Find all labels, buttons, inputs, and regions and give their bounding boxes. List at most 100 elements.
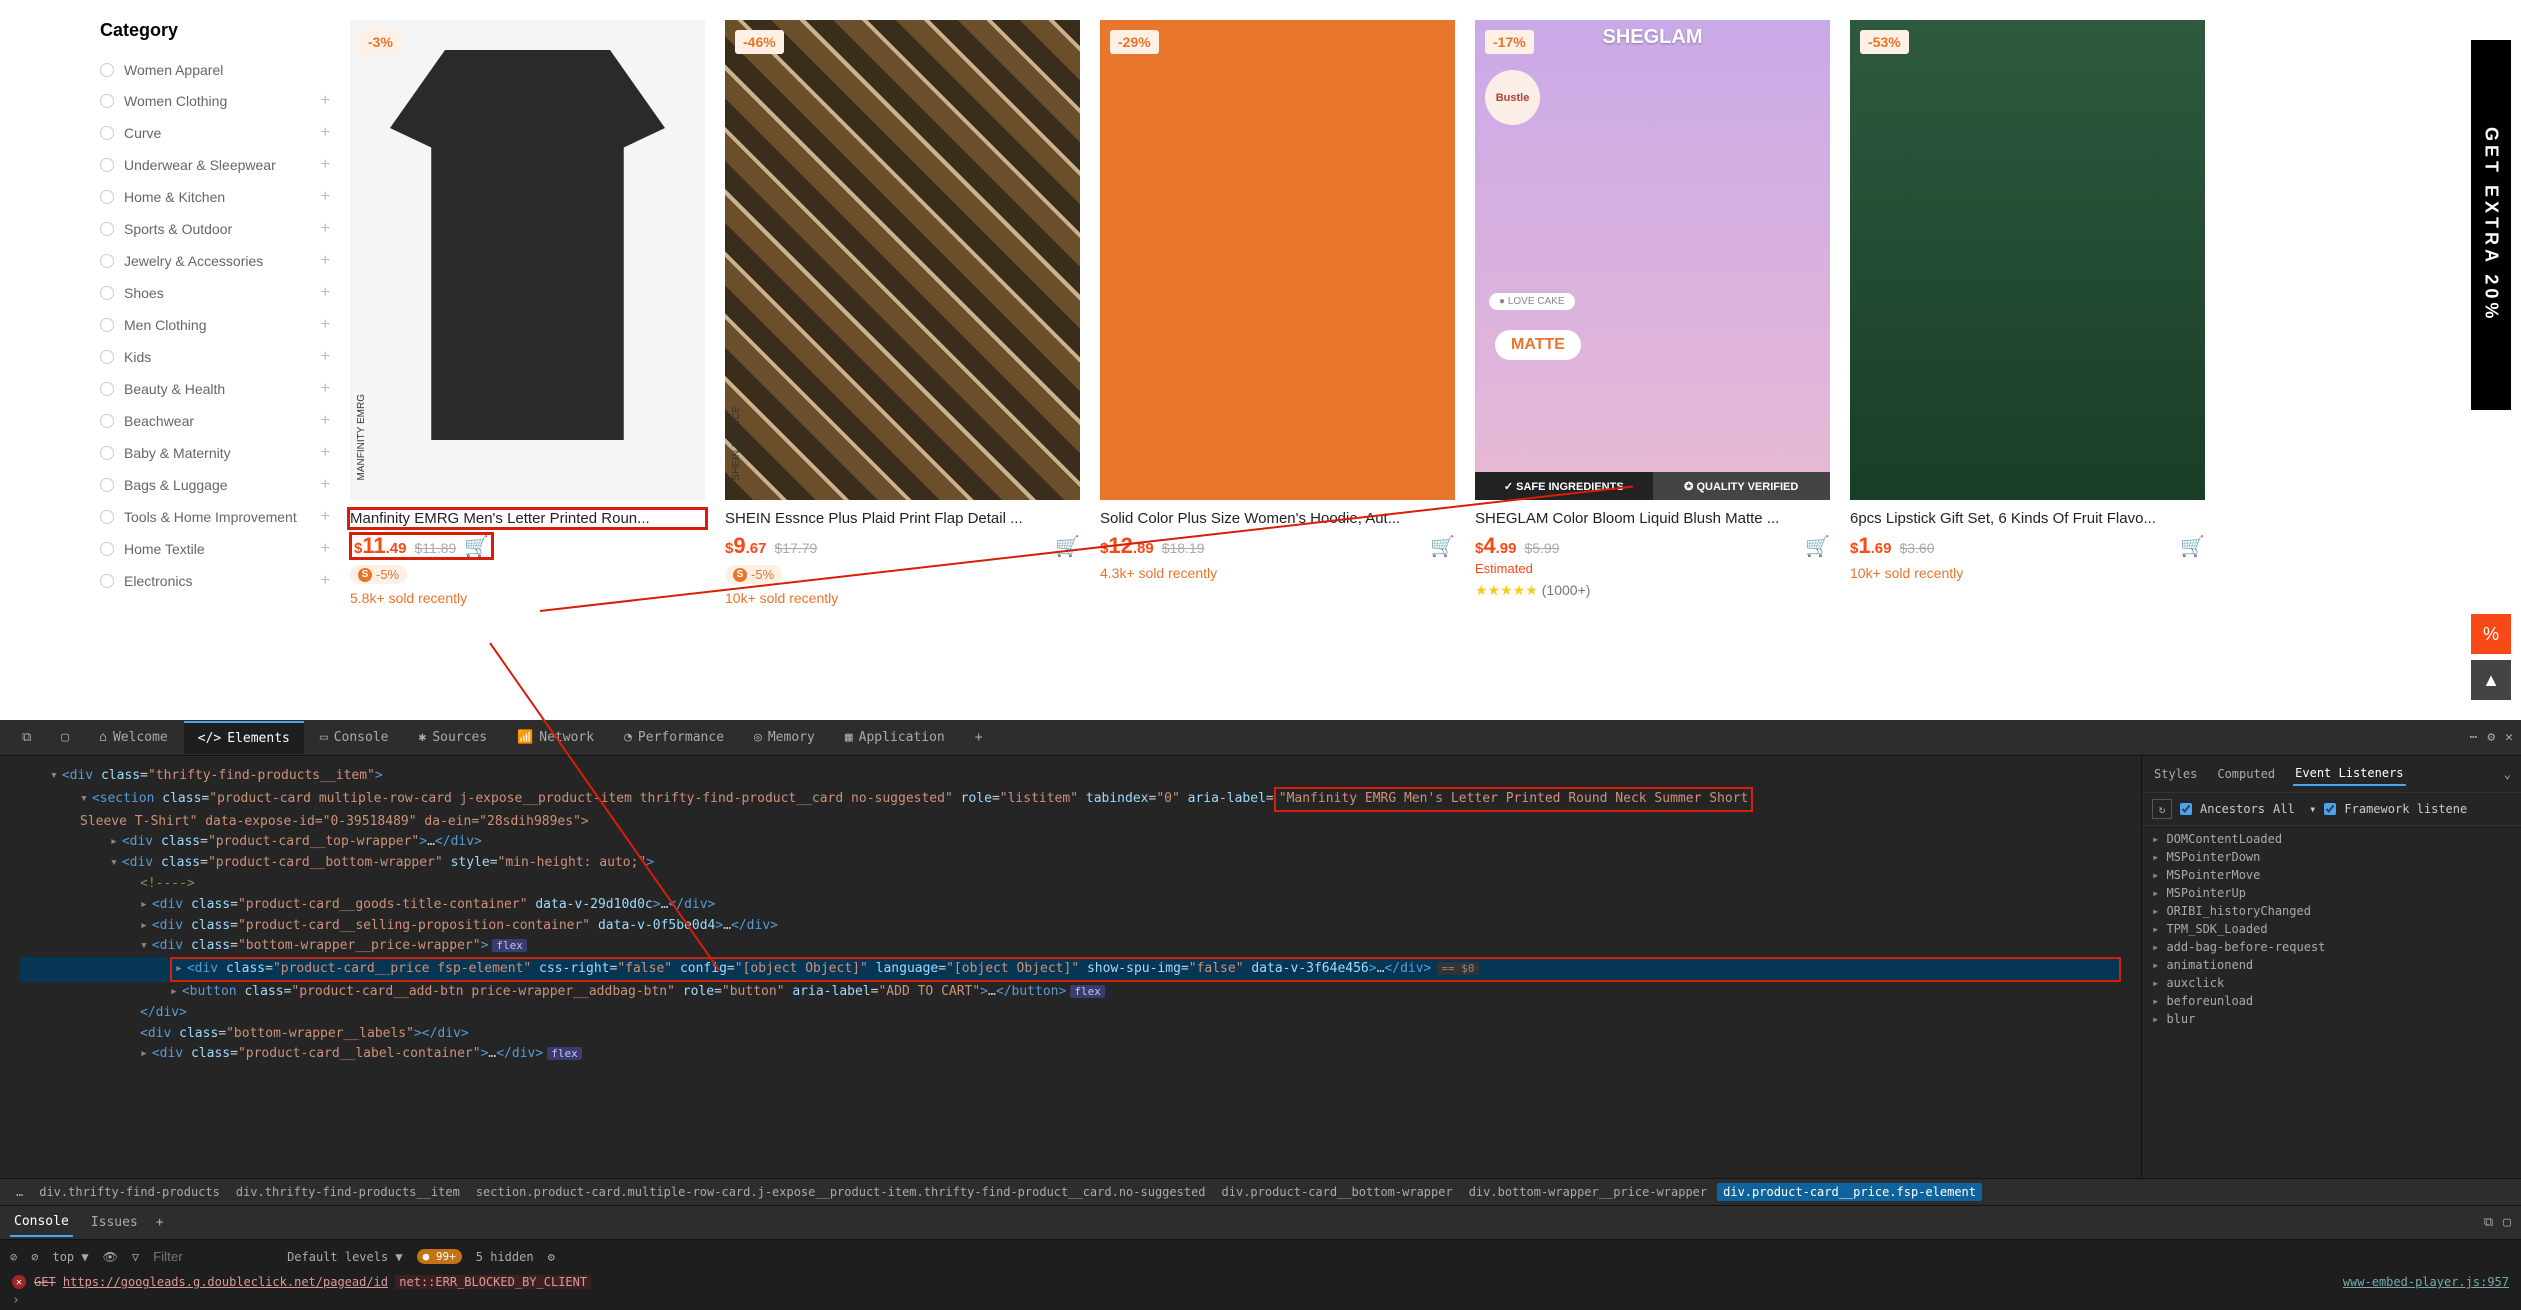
expand-icon[interactable]: +: [321, 508, 330, 526]
console-add-icon[interactable]: +: [156, 1215, 164, 1230]
expand-icon[interactable]: +: [321, 188, 330, 206]
device-icon[interactable]: ▢: [47, 722, 83, 753]
devtools-close-icon[interactable]: ✕: [2505, 730, 2513, 745]
event-listener-list[interactable]: DOMContentLoadedMSPointerDownMSPointerMo…: [2142, 826, 2521, 1178]
promo-percent-button[interactable]: %: [2471, 614, 2511, 654]
breadcrumb-item[interactable]: div.bottom-wrapper__price-wrapper: [1463, 1183, 1713, 1201]
ancestors-checkbox[interactable]: [2180, 803, 2192, 815]
breadcrumb-item[interactable]: …: [10, 1183, 29, 1201]
add-cart-icon[interactable]: 🛒: [1805, 534, 1830, 559]
breadcrumb-item[interactable]: div.product-card__price.fsp-element: [1717, 1183, 1982, 1201]
expand-icon[interactable]: +: [321, 220, 330, 238]
console-filter-input[interactable]: [153, 1249, 273, 1264]
category-item[interactable]: Beachwear+: [100, 405, 330, 437]
category-item[interactable]: Underwear & Sleepwear+: [100, 149, 330, 181]
event-listener-item[interactable]: add-bag-before-request: [2152, 938, 2511, 956]
category-item[interactable]: Kids+: [100, 341, 330, 373]
tab-add[interactable]: +: [961, 722, 997, 753]
product-card[interactable]: -46%SHEIN ESSNCESHEIN Essnce Plus Plaid …: [725, 20, 1080, 710]
console-settings-icon[interactable]: ⚙: [548, 1250, 555, 1264]
tab-console[interactable]: ▭ Console: [306, 722, 403, 753]
tab-sources[interactable]: ✱ Sources: [404, 722, 501, 753]
category-item[interactable]: Electronics+: [100, 565, 330, 597]
expand-icon[interactable]: +: [321, 444, 330, 462]
add-cart-icon[interactable]: 🛒: [464, 534, 489, 559]
event-listener-item[interactable]: DOMContentLoaded: [2152, 830, 2511, 848]
event-listener-item[interactable]: TPM_SDK_Loaded: [2152, 920, 2511, 938]
expand-icon[interactable]: +: [321, 124, 330, 142]
breadcrumb-item[interactable]: div.thrifty-find-products__item: [230, 1183, 466, 1201]
event-listener-item[interactable]: MSPointerUp: [2152, 884, 2511, 902]
devtools-settings-icon[interactable]: ⚙: [2487, 730, 2495, 745]
inspect-icon[interactable]: ⧉: [8, 722, 45, 753]
expand-icon[interactable]: +: [321, 348, 330, 366]
product-image[interactable]: -3%FAITH OVER FEAR FAITHOVERFEAR MANFINI…: [350, 20, 705, 500]
tab-elements[interactable]: </> Elements: [184, 721, 304, 754]
event-listener-item[interactable]: beforeunload: [2152, 992, 2511, 1010]
category-item[interactable]: Home Textile+: [100, 533, 330, 565]
console-stop-icon[interactable]: ⊘: [31, 1250, 38, 1264]
expand-icon[interactable]: +: [321, 412, 330, 430]
event-listener-item[interactable]: MSPointerDown: [2152, 848, 2511, 866]
category-item[interactable]: Sports & Outdoor+: [100, 213, 330, 245]
expand-icon[interactable]: +: [321, 572, 330, 590]
side-tab-styles[interactable]: Styles: [2152, 763, 2199, 785]
expand-icon[interactable]: +: [321, 316, 330, 334]
category-item[interactable]: Jewelry & Accessories+: [100, 245, 330, 277]
side-tab-event-listeners[interactable]: Event Listeners: [2293, 762, 2405, 786]
console-issues-count[interactable]: ● 99+: [417, 1249, 462, 1264]
console-levels[interactable]: Default levels ▼: [287, 1250, 403, 1264]
refresh-icon[interactable]: ↻: [2152, 799, 2172, 819]
category-item[interactable]: Beauty & Health+: [100, 373, 330, 405]
console-sidebar-icon[interactable]: ⧉: [2484, 1215, 2493, 1230]
all-dropdown[interactable]: All ▾: [2273, 802, 2316, 816]
event-listener-item[interactable]: auxclick: [2152, 974, 2511, 992]
tab-memory[interactable]: ◎ Memory: [740, 722, 829, 753]
add-cart-icon[interactable]: 🛒: [1055, 534, 1080, 559]
devtools-more-icon[interactable]: ⋯: [2470, 730, 2478, 745]
promo-banner[interactable]: GET EXTRA 20%: [2471, 40, 2511, 410]
category-item[interactable]: Men Clothing+: [100, 309, 330, 341]
event-listener-item[interactable]: animationend: [2152, 956, 2511, 974]
category-item[interactable]: Shoes+: [100, 277, 330, 309]
console-context[interactable]: top ▼: [52, 1250, 88, 1264]
product-card[interactable]: -3%FAITH OVER FEAR FAITHOVERFEAR MANFINI…: [350, 20, 705, 710]
product-image[interactable]: -46%SHEIN ESSNCE: [725, 20, 1080, 500]
expand-icon[interactable]: +: [321, 540, 330, 558]
scroll-top-button[interactable]: ▲: [2471, 660, 2511, 700]
product-card[interactable]: -53%6pcs Lipstick Gift Set, 6 Kinds Of F…: [1850, 20, 2205, 710]
expand-icon[interactable]: +: [321, 380, 330, 398]
category-item[interactable]: Women Apparel: [100, 55, 330, 85]
event-listener-item[interactable]: blur: [2152, 1010, 2511, 1028]
dom-tree[interactable]: ▾<div class="thrifty-find-products__item…: [0, 756, 2141, 1178]
console-dock-icon[interactable]: ▢: [2503, 1215, 2511, 1230]
framework-checkbox[interactable]: [2324, 803, 2336, 815]
console-filter-icon[interactable]: ▽: [132, 1250, 139, 1264]
product-image[interactable]: -17%SHEGLAM Bustle ● LOVE CAKE MATTE ✓ S…: [1475, 20, 1830, 500]
expand-icon[interactable]: +: [321, 156, 330, 174]
expand-icon[interactable]: +: [321, 252, 330, 270]
category-item[interactable]: Baby & Maternity+: [100, 437, 330, 469]
product-card[interactable]: -29%Solid Color Plus Size Women's Hoodie…: [1100, 20, 1455, 710]
tab-welcome[interactable]: ⌂ Welcome: [85, 722, 182, 753]
console-prompt[interactable]: ›: [0, 1291, 2521, 1310]
category-item[interactable]: Curve+: [100, 117, 330, 149]
console-eye-icon[interactable]: 👁: [103, 1250, 118, 1264]
side-tab-computed[interactable]: Computed: [2215, 763, 2277, 785]
category-item[interactable]: Bags & Luggage+: [100, 469, 330, 501]
console-clear-icon[interactable]: ⊘: [10, 1250, 17, 1264]
add-cart-icon[interactable]: 🛒: [2180, 534, 2205, 559]
tab-performance[interactable]: ◔ Performance: [610, 722, 738, 753]
breadcrumb-item[interactable]: div.thrifty-find-products: [33, 1183, 226, 1201]
expand-icon[interactable]: +: [321, 284, 330, 302]
expand-icon[interactable]: +: [321, 476, 330, 494]
category-item[interactable]: Women Clothing+: [100, 85, 330, 117]
tab-application[interactable]: ▦ Application: [831, 722, 959, 753]
product-card[interactable]: -17%SHEGLAM Bustle ● LOVE CAKE MATTE ✓ S…: [1475, 20, 1830, 710]
side-expand-icon[interactable]: ⌄: [2504, 767, 2511, 781]
product-image[interactable]: -29%: [1100, 20, 1455, 500]
console-error-row[interactable]: ✕ GET GET https://googleads.g.doubleclic…: [0, 1273, 2521, 1291]
console-subtab-console[interactable]: Console: [10, 1208, 73, 1237]
add-cart-icon[interactable]: 🛒: [1430, 534, 1455, 559]
console-error-source[interactable]: www-embed-player.js:957: [2343, 1275, 2509, 1289]
